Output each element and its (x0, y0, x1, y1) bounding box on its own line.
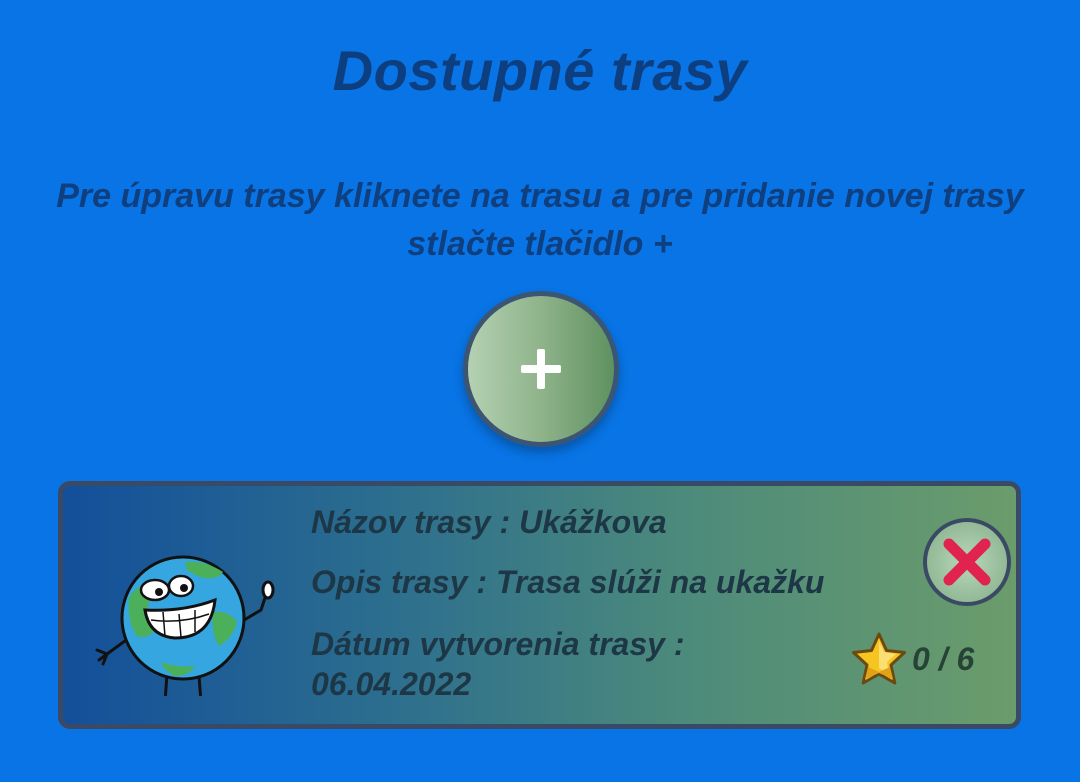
instructions-text: Pre úpravu trasy kliknete na trasu a pre… (56, 177, 1024, 263)
rating-count: 0 / 6 (912, 640, 975, 677)
route-date-value: 06.04.2022 (311, 666, 472, 702)
route-description: Opis trasy : Trasa slúži na ukažku (311, 564, 825, 600)
plus-icon (521, 349, 561, 389)
route-rating: 0 / 6 (850, 631, 974, 687)
close-icon (943, 538, 991, 586)
route-card[interactable]: Názov trasy : Ukážkova Opis trasy : Tras… (58, 481, 1021, 729)
route-name: Názov trasy : Ukážkova (311, 504, 667, 540)
page-title: Dostupné trasy (332, 39, 748, 102)
star-icon (852, 632, 906, 685)
route-date-label: Dátum vytvorenia trasy : (311, 626, 685, 662)
globe-character-icon (95, 555, 275, 696)
delete-route-button[interactable] (923, 518, 1011, 606)
add-route-button[interactable] (463, 291, 619, 447)
